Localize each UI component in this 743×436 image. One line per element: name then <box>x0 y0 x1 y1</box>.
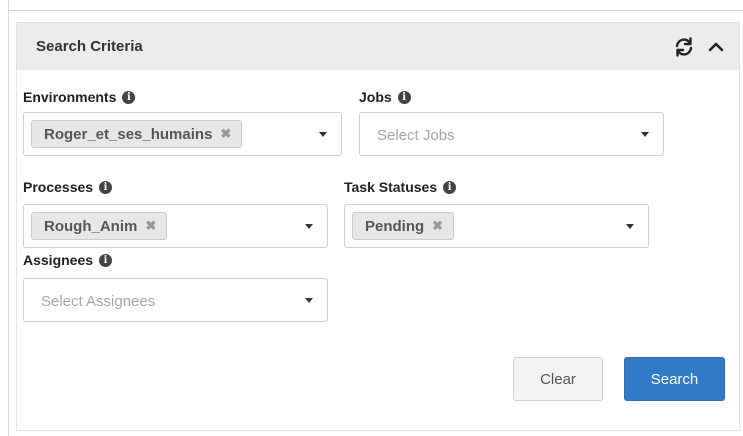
jobs-placeholder: Select Jobs <box>377 127 455 144</box>
jobs-label-text: Jobs <box>359 89 392 105</box>
assignees-placeholder: Select Assignees <box>41 293 156 310</box>
task-status-tag-label: Pending <box>365 217 425 235</box>
panel-header: Search Criteria <box>16 22 740 70</box>
environment-tag: Roger_et_ses_humains ✖ <box>31 120 243 148</box>
remove-tag-icon[interactable]: ✖ <box>220 126 231 142</box>
search-button[interactable]: Search <box>624 357 725 401</box>
jobs-select[interactable]: Select Jobs <box>359 112 664 156</box>
remove-tag-icon[interactable]: ✖ <box>145 218 156 234</box>
task-statuses-label-text: Task Statuses <box>344 179 438 195</box>
caret-down-icon[interactable] <box>305 224 313 229</box>
caret-down-icon[interactable] <box>641 132 649 137</box>
environments-select[interactable]: Roger_et_ses_humains ✖ <box>23 112 342 156</box>
page-border-left <box>8 0 9 436</box>
environments-label-text: Environments <box>23 89 117 105</box>
task-status-tag: Pending ✖ <box>352 212 455 240</box>
processes-label-text: Processes <box>23 179 94 195</box>
task-statuses-label: Task Statuses i <box>344 179 457 195</box>
process-tag: Rough_Anim ✖ <box>31 212 168 240</box>
environments-label: Environments i <box>23 89 136 105</box>
caret-down-icon[interactable] <box>319 132 327 137</box>
clear-button[interactable]: Clear <box>513 357 603 401</box>
panel-body: Environments i Roger_et_ses_humains ✖ Jo… <box>16 69 740 431</box>
assignees-label: Assignees i <box>23 252 113 268</box>
task-statuses-select[interactable]: Pending ✖ <box>344 204 649 248</box>
info-icon[interactable]: i <box>122 90 136 104</box>
info-icon[interactable]: i <box>99 180 113 194</box>
caret-down-icon[interactable] <box>305 298 313 303</box>
assignees-select[interactable]: Select Assignees <box>23 278 328 322</box>
info-icon[interactable]: i <box>99 253 113 267</box>
process-tag-label: Rough_Anim <box>44 217 138 235</box>
page-border-top <box>8 10 743 11</box>
jobs-label: Jobs i <box>359 89 411 105</box>
info-icon[interactable]: i <box>397 90 411 104</box>
panel-title: Search Criteria <box>36 38 143 55</box>
search-criteria-panel: Search Criteria Environments i Roger_et_… <box>16 22 740 432</box>
assignees-label-text: Assignees <box>23 252 94 268</box>
processes-label: Processes i <box>23 179 113 195</box>
remove-tag-icon[interactable]: ✖ <box>432 218 443 234</box>
refresh-icon[interactable] <box>673 36 695 58</box>
caret-down-icon[interactable] <box>626 224 634 229</box>
chevron-up-icon[interactable] <box>706 37 726 57</box>
environment-tag-label: Roger_et_ses_humains <box>44 125 213 143</box>
info-icon[interactable]: i <box>443 180 457 194</box>
processes-select[interactable]: Rough_Anim ✖ <box>23 204 328 248</box>
